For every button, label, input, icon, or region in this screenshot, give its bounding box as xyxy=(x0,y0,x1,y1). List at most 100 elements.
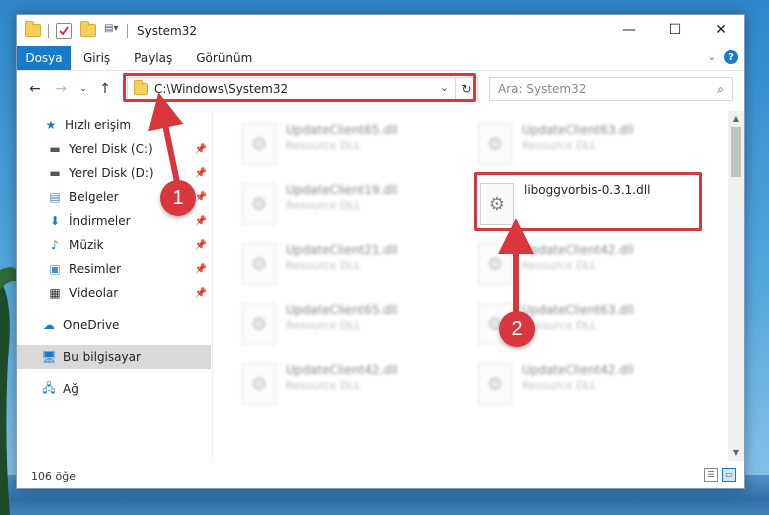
tab-view[interactable]: Görünüm xyxy=(184,46,264,70)
file-name: UpdateClient19.dll xyxy=(286,183,398,197)
pin-icon: 📌 xyxy=(194,263,207,275)
dll-file-icon: ⚙ xyxy=(242,183,276,225)
tab-share[interactable]: Paylaş xyxy=(122,46,184,70)
file-item[interactable]: ⚙ UpdateClient63.dll Resource DLL xyxy=(474,117,694,173)
scroll-thumb[interactable] xyxy=(731,127,741,177)
file-type: Resource DLL xyxy=(286,259,361,272)
status-bar: 106 öğe ☰ ▭ xyxy=(17,464,744,488)
sidebar-item-label: OneDrive xyxy=(63,318,120,332)
music-icon: ♪ xyxy=(51,238,59,252)
highlight-address-box xyxy=(123,73,476,102)
file-list: ⚙ UpdateClient65.dll Resource DLL ⚙ Updat… xyxy=(214,111,728,461)
file-name: UpdateClient65.dll xyxy=(286,123,398,137)
drive-icon: ▬ xyxy=(49,166,61,180)
up-arrow-icon[interactable]: ↑ xyxy=(95,81,115,97)
file-item[interactable]: ⚙ UpdateClient42.dll Resource DLL xyxy=(474,357,694,413)
scroll-down-icon[interactable]: ▼ xyxy=(728,445,744,461)
file-type: Resource DLL xyxy=(286,199,361,212)
dll-file-icon: ⚙ xyxy=(478,363,512,405)
documents-icon: ▤ xyxy=(49,190,61,204)
highlight-file-box xyxy=(474,172,702,231)
sidebar-item-label: İndirmeler xyxy=(69,214,131,228)
back-arrow-icon[interactable]: ← xyxy=(25,81,45,97)
file-type: Resource DLL xyxy=(286,139,361,152)
scroll-up-icon[interactable]: ▲ xyxy=(728,111,744,127)
pictures-icon: ▣ xyxy=(49,262,61,276)
tab-file[interactable]: Dosya xyxy=(17,46,71,70)
pin-icon: 📌 xyxy=(194,287,207,299)
sidebar-item-label: Ağ xyxy=(63,382,79,396)
dll-file-icon: ⚙ xyxy=(478,123,512,165)
sidebar-item-label: Hızlı erişim xyxy=(65,118,132,132)
search-input[interactable]: Ara: System32 ⌕ xyxy=(489,77,733,101)
dll-file-icon: ⚙ xyxy=(242,243,276,285)
sidebar-item-quick-access[interactable]: ★ Hızlı erişim xyxy=(17,113,211,137)
sidebar-item-music[interactable]: ♪ Müzik 📌 xyxy=(17,233,211,257)
video-icon: ▦ xyxy=(49,286,61,300)
file-name: UpdateClient63.dll xyxy=(522,123,634,137)
file-item[interactable]: ⚙ UpdateClient42.dll Resource DLL xyxy=(474,237,694,293)
file-item[interactable]: ⚙ UpdateClient19.dll Resource DLL xyxy=(238,177,458,233)
computer-icon: 🖥 xyxy=(41,350,57,364)
tab-home[interactable]: Giriş xyxy=(71,46,122,70)
file-item[interactable]: ⚙ UpdateClient42.dll Resource DLL xyxy=(238,357,458,413)
folder-icon xyxy=(25,21,41,37)
search-icon: ⌕ xyxy=(717,81,724,96)
sidebar-item-local-disk-c[interactable]: ▬ Yerel Disk (C:) 📌 xyxy=(17,137,211,161)
file-name: UpdateClient21.dll xyxy=(286,243,398,257)
step-1-badge: 1 xyxy=(160,180,196,216)
file-type: Resource DLL xyxy=(522,139,597,152)
maximize-button[interactable]: ☐ xyxy=(652,15,698,45)
sidebar-item-label: Yerel Disk (D:) xyxy=(69,166,154,180)
navigation-pane: ★ Hızlı erişim ▬ Yerel Disk (C:) 📌 ▬ Yer… xyxy=(17,111,213,461)
file-name: UpdateClient63.dll xyxy=(522,303,634,317)
help-icon[interactable]: ? xyxy=(724,50,738,64)
step-2-badge: 2 xyxy=(499,311,535,347)
expand-ribbon-icon[interactable]: ⌄ xyxy=(708,52,716,63)
download-icon: ⬇ xyxy=(49,214,61,228)
close-button[interactable]: ✕ xyxy=(698,15,744,45)
properties-icon[interactable] xyxy=(56,22,72,39)
details-view-icon[interactable]: ☰ xyxy=(704,468,718,482)
pin-icon: 📌 xyxy=(194,239,207,251)
sidebar-item-videos[interactable]: ▦ Videolar 📌 xyxy=(17,281,211,305)
drive-icon: ▬ xyxy=(49,142,61,156)
window-controls: — ☐ ✕ xyxy=(606,15,744,45)
file-item[interactable]: ⚙ UpdateClient65.dll Resource DLL xyxy=(238,117,458,173)
file-type: Resource DLL xyxy=(522,319,597,332)
dll-file-icon: ⚙ xyxy=(242,303,276,345)
network-icon: 🖧 xyxy=(42,380,56,395)
sidebar-item-label: Videolar xyxy=(69,286,119,300)
sidebar-item-label: Belgeler xyxy=(69,190,119,204)
pin-icon: 📌 xyxy=(194,215,207,227)
file-type: Resource DLL xyxy=(522,379,597,392)
file-name: UpdateClient42.dll xyxy=(522,363,634,377)
dll-file-icon: ⚙ xyxy=(478,243,512,285)
pin-icon: 📌 xyxy=(194,167,207,179)
sidebar-item-label: Resimler xyxy=(69,262,122,276)
sidebar-item-label: Yerel Disk (C:) xyxy=(69,142,153,156)
minimize-button[interactable]: — xyxy=(606,15,652,45)
recent-locations-icon[interactable]: ⌄ xyxy=(73,84,93,94)
file-name: UpdateClient65.dll xyxy=(286,303,398,317)
forward-arrow-icon[interactable]: → xyxy=(51,81,71,97)
file-item[interactable]: ⚙ UpdateClient21.dll Resource DLL xyxy=(238,237,458,293)
title-bar: ▤▾ System32 — ☐ ✕ xyxy=(17,15,744,46)
dll-file-icon: ⚙ xyxy=(242,363,276,405)
file-item[interactable]: ⚙ UpdateClient65.dll Resource DLL xyxy=(238,297,458,353)
item-count: 106 öğe xyxy=(31,469,76,483)
pin-icon: 📌 xyxy=(194,143,207,155)
cloud-icon: ☁ xyxy=(43,318,55,332)
new-folder-icon[interactable] xyxy=(80,21,96,37)
tiles-view-icon[interactable]: ▭ xyxy=(722,468,736,482)
sidebar-item-pictures[interactable]: ▣ Resimler 📌 xyxy=(17,257,211,281)
vertical-scrollbar[interactable]: ▲ ▼ xyxy=(728,111,744,461)
sidebar-item-network[interactable]: 🖧 Ağ xyxy=(17,377,211,401)
file-type: Resource DLL xyxy=(286,319,361,332)
file-type: Resource DLL xyxy=(286,379,361,392)
sidebar-item-onedrive[interactable]: ☁ OneDrive xyxy=(17,313,211,337)
customize-toolbar-icon[interactable]: ▤▾ xyxy=(104,23,120,39)
dll-file-icon: ⚙ xyxy=(242,123,276,165)
sidebar-item-this-pc[interactable]: 🖥 Bu bilgisayar xyxy=(17,345,211,369)
divider xyxy=(48,23,49,38)
